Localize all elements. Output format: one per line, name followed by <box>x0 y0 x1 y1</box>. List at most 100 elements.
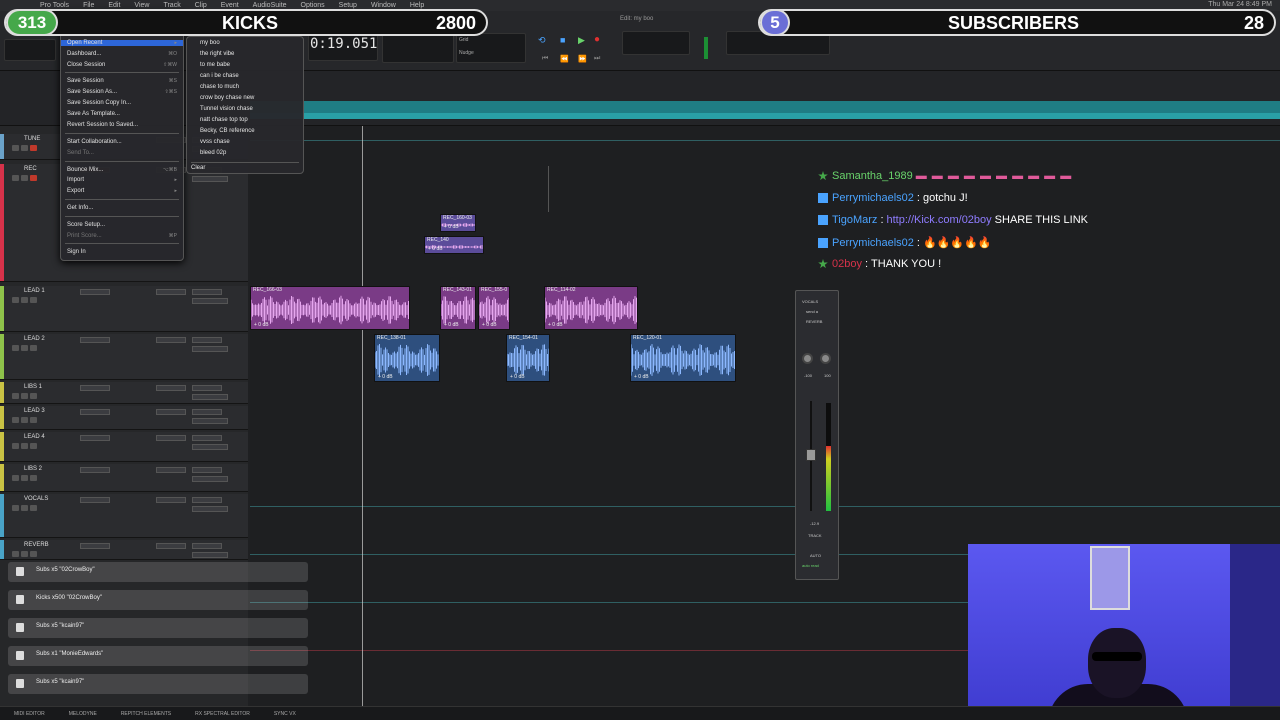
recent-session-item[interactable]: bleed 02p <box>200 150 226 156</box>
menu-clip[interactable]: Clip <box>195 2 207 9</box>
track-mute-button[interactable] <box>12 175 19 181</box>
send-slot[interactable] <box>156 385 186 391</box>
volume-field[interactable] <box>192 506 228 512</box>
track-mute-button[interactable] <box>12 145 19 151</box>
audio-clip[interactable]: REC_154-01 + 0 dB <box>506 334 550 382</box>
track-row-lead-2[interactable]: LEAD 2 <box>0 334 248 380</box>
file-menu-item-revert-session-to-saved[interactable]: Revert Session to Saved... <box>67 122 138 128</box>
menu-options[interactable]: Options <box>301 2 325 9</box>
track-row-lead-3[interactable]: LEAD 3 <box>0 406 248 430</box>
send-slot[interactable] <box>156 497 186 503</box>
track-rec-button[interactable] <box>30 475 37 481</box>
insert-slot[interactable] <box>80 385 110 391</box>
file-menu-item-dashboard[interactable]: Dashboard... <box>67 51 101 57</box>
track-solo-button[interactable] <box>21 443 28 449</box>
insert-slot[interactable] <box>80 409 110 415</box>
track-name[interactable]: LEAD 2 <box>24 336 45 342</box>
plugin-tab[interactable]: REPITCH ELEMENTS <box>121 711 171 717</box>
recent-session-item[interactable]: chase to much <box>200 84 239 90</box>
io-slot[interactable] <box>192 543 222 549</box>
send-slot[interactable] <box>156 409 186 415</box>
file-menu-item-start-collaboration[interactable]: Start Collaboration... <box>67 139 122 145</box>
volume-field[interactable] <box>192 346 228 352</box>
recent-session-item[interactable]: crow boy chase new <box>200 95 254 101</box>
track-name[interactable]: LEAD 4 <box>24 434 45 440</box>
volume-field[interactable] <box>192 444 228 450</box>
io-slot[interactable] <box>192 385 222 391</box>
track-name[interactable]: LIBS 2 <box>24 466 42 472</box>
track-name[interactable]: REVERB <box>24 542 49 548</box>
io-slot[interactable] <box>192 409 222 415</box>
track-row-lead-1[interactable]: LEAD 1 <box>0 286 248 332</box>
menu-view[interactable]: View <box>134 2 149 9</box>
record-icon[interactable]: ● <box>594 34 600 45</box>
track-name[interactable]: LEAD 3 <box>24 408 45 414</box>
track-name[interactable]: REC <box>24 166 37 172</box>
file-menu-item-get-info[interactable]: Get Info... <box>67 205 93 211</box>
recent-session-item[interactable]: Tunnel vision chase <box>200 106 253 112</box>
insert-slot[interactable] <box>80 543 110 549</box>
file-menu-item-save-session[interactable]: Save Session <box>67 78 104 84</box>
recent-clear-item[interactable]: Clear <box>191 165 205 171</box>
track-solo-button[interactable] <box>21 417 28 423</box>
file-menu-item-bounce-mix[interactable]: Bounce Mix... <box>67 167 103 173</box>
recent-session-item[interactable]: vvss chase <box>200 139 230 145</box>
menu-pro-tools[interactable]: Pro Tools <box>40 2 69 9</box>
track-rec-button[interactable] <box>30 345 37 351</box>
file-menu-item-score-setup[interactable]: Score Setup... <box>67 222 105 228</box>
insert-slot[interactable] <box>80 497 110 503</box>
track-rec-button[interactable] <box>30 393 37 399</box>
audio-clip[interactable]: REC_160-03 + 0 dB <box>440 214 476 232</box>
send-slot[interactable] <box>156 543 186 549</box>
track-rec-button[interactable] <box>30 145 37 151</box>
send-slot[interactable] <box>156 467 186 473</box>
insert-slot[interactable]: REVERB <box>806 319 822 324</box>
track-mute-button[interactable] <box>12 475 19 481</box>
audio-clip[interactable]: REC_166-03 + 0 dB <box>250 286 410 330</box>
track-row-lead-4[interactable]: LEAD 4 <box>0 432 248 462</box>
insert-slot[interactable] <box>80 289 110 295</box>
io-slot[interactable] <box>192 289 222 295</box>
forward-icon[interactable]: ⏩ <box>578 55 587 63</box>
audio-clip[interactable]: REC_143-01 + 0 dB <box>440 286 476 330</box>
plugin-tab[interactable]: MELODYNE <box>69 711 97 717</box>
track-row-reverb[interactable]: REVERB <box>0 540 248 560</box>
pan-left-knob[interactable] <box>802 353 813 364</box>
menu-event[interactable]: Event <box>221 2 239 9</box>
track-solo-button[interactable] <box>21 175 28 181</box>
track-solo-button[interactable] <box>21 297 28 303</box>
menu-track[interactable]: Track <box>163 2 180 9</box>
file-menu-item-save-as-template[interactable]: Save As Template... <box>67 111 120 117</box>
audio-clip[interactable]: REC_138-01 + 0 dB <box>374 334 440 382</box>
file-menu-item-import[interactable]: Import <box>67 177 84 183</box>
track-row-libs-1[interactable]: LIBS 1 <box>0 382 248 404</box>
send-slot[interactable] <box>156 289 186 295</box>
playhead[interactable] <box>362 126 363 706</box>
track-mute-button[interactable] <box>12 551 19 557</box>
io-slot[interactable] <box>192 435 222 441</box>
marker-lane[interactable] <box>250 101 1280 113</box>
pan-right-knob[interactable] <box>820 353 831 364</box>
track-solo-button[interactable] <box>21 145 28 151</box>
audio-clip[interactable]: REC_114-02 + 0 dB <box>544 286 638 330</box>
file-menu-item-sign-in[interactable]: Sign In <box>67 249 86 255</box>
timebase-lane[interactable] <box>250 113 1280 119</box>
recent-session-item[interactable]: Becky, CB reference <box>200 128 255 134</box>
send-slot[interactable]: send a <box>806 309 818 314</box>
insert-slot[interactable] <box>80 467 110 473</box>
track-solo-button[interactable] <box>21 393 28 399</box>
track-mute-button[interactable] <box>12 417 19 423</box>
rewind-icon[interactable]: ⏪ <box>560 55 569 63</box>
track-solo-button[interactable] <box>21 505 28 511</box>
forward-end-icon[interactable]: ⏭ <box>594 55 600 63</box>
track-solo-button[interactable] <box>21 345 28 351</box>
automation-mode[interactable]: auto read <box>802 563 819 568</box>
volume-field[interactable] <box>192 418 228 424</box>
menu-file[interactable]: File <box>83 2 94 9</box>
file-menu-item-open-recent[interactable]: Open Recent <box>61 40 183 46</box>
track-row-libs-2[interactable]: LIBS 2 <box>0 464 248 492</box>
track-name[interactable]: VOCALS <box>24 496 48 502</box>
track-rec-button[interactable] <box>30 417 37 423</box>
track-mute-button[interactable] <box>12 297 19 303</box>
file-menu-item-print-score[interactable]: Print Score... <box>67 233 102 239</box>
